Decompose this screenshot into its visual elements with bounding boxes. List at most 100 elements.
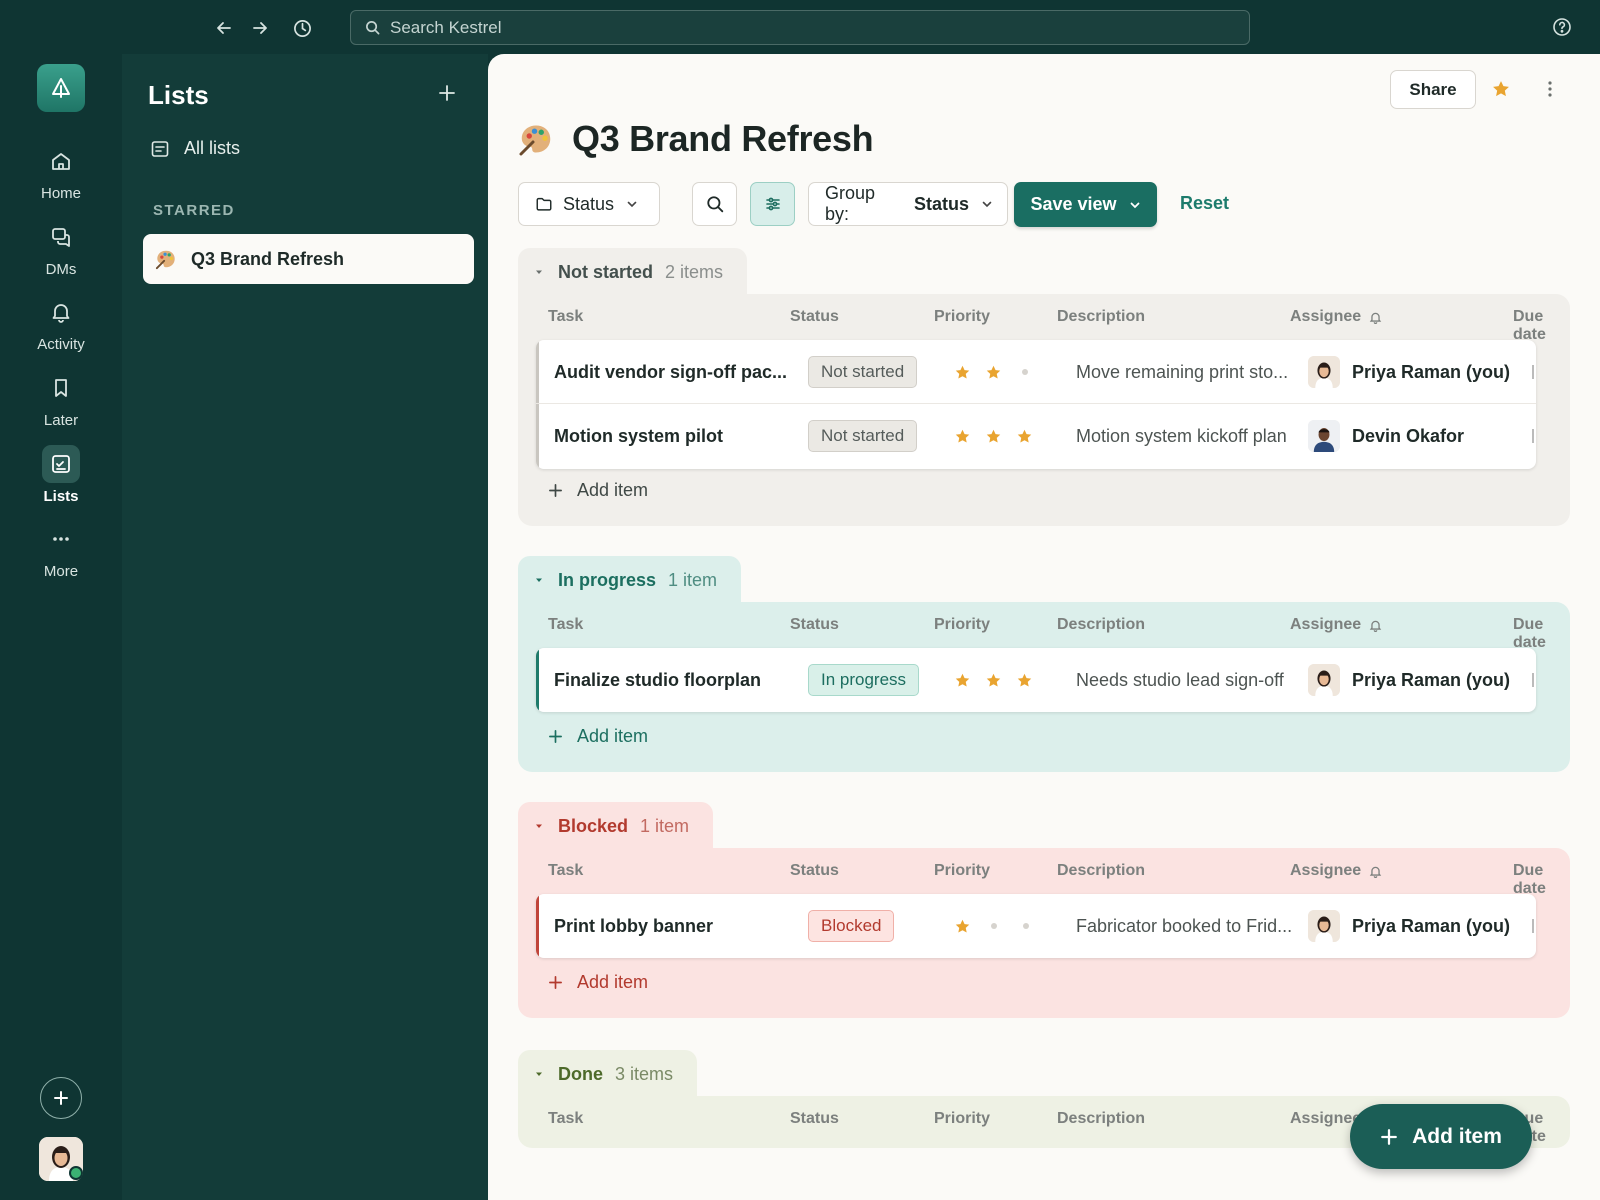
status-badge-label: Blocked bbox=[808, 910, 895, 942]
task-description[interactable]: Needs studio lead sign-off bbox=[1076, 648, 1284, 712]
status-filter-label: Status bbox=[563, 193, 615, 214]
rail-item-lists[interactable]: Lists bbox=[0, 445, 122, 505]
due-date-cell[interactable] bbox=[1532, 673, 1536, 687]
table-row[interactable]: Motion system pilot Not started Motion s… bbox=[536, 404, 1536, 468]
priority-rating[interactable] bbox=[954, 894, 1035, 958]
group-table: Task Status Priority Description Assigne… bbox=[518, 294, 1570, 526]
status-badge[interactable]: Not started bbox=[808, 404, 918, 468]
rail-label: Lists bbox=[43, 488, 79, 505]
rail-item-activity[interactable]: Activity bbox=[0, 293, 122, 353]
table-row[interactable]: Finalize studio floorplan In progress Ne… bbox=[536, 648, 1536, 712]
priority-rating[interactable] bbox=[954, 404, 1033, 468]
reset-button[interactable]: Reset bbox=[1180, 193, 1229, 214]
column-header-assignee-label: Assignee bbox=[1290, 616, 1362, 633]
task-description[interactable]: Fabricator booked to Frid... bbox=[1076, 894, 1292, 958]
rail-item-dms[interactable]: DMs bbox=[0, 218, 122, 278]
add-item-button[interactable]: Add item bbox=[548, 480, 648, 501]
column-header-assignee: Assignee bbox=[1290, 308, 1382, 326]
star-icon[interactable] bbox=[1491, 79, 1511, 99]
more-options-icon[interactable] bbox=[1540, 79, 1560, 99]
search-list-button[interactable] bbox=[692, 182, 737, 226]
create-new-button[interactable] bbox=[40, 1077, 82, 1119]
rail-item-more[interactable]: More bbox=[0, 520, 122, 580]
status-badge[interactable]: In progress bbox=[808, 648, 920, 712]
group-by-select[interactable]: Group by: Status bbox=[808, 182, 1008, 226]
column-header-status: Status bbox=[790, 308, 839, 325]
column-header-task: Task bbox=[548, 1110, 584, 1127]
column-header-due-date: Due date bbox=[1513, 616, 1546, 651]
status-badge[interactable]: Blocked bbox=[808, 894, 895, 958]
online-status-dot bbox=[69, 1166, 83, 1180]
task-description[interactable]: Move remaining print sto... bbox=[1076, 340, 1288, 404]
chevron-down-icon bbox=[981, 198, 993, 210]
sidebar-item-all-lists[interactable]: All lists bbox=[150, 138, 240, 159]
task-name[interactable]: Audit vendor sign-off pac... bbox=[554, 340, 787, 404]
search-input[interactable]: Search Kestrel bbox=[350, 10, 1250, 45]
add-list-icon[interactable] bbox=[438, 84, 456, 102]
due-date-cell[interactable] bbox=[1532, 365, 1536, 379]
add-item-fab[interactable]: Add item bbox=[1350, 1104, 1532, 1169]
task-name[interactable]: Finalize studio floorplan bbox=[554, 648, 761, 712]
assignee-name: Priya Raman (you) bbox=[1352, 669, 1511, 690]
sidebar-item-q3-brand-refresh[interactable]: Q3 Brand Refresh bbox=[143, 234, 474, 284]
task-name[interactable]: Print lobby banner bbox=[554, 894, 713, 958]
status-badge-label: Not started bbox=[808, 420, 918, 452]
group-header-done[interactable]: Done 3 items bbox=[518, 1050, 698, 1098]
priority-rating[interactable] bbox=[954, 648, 1033, 712]
assignee[interactable]: Priya Raman (you) bbox=[1308, 894, 1510, 958]
checklist-icon bbox=[42, 445, 80, 483]
star-icon bbox=[1017, 673, 1032, 687]
star-icon bbox=[986, 429, 1001, 443]
sliders-icon bbox=[764, 195, 782, 213]
assignee[interactable]: Priya Raman (you) bbox=[1308, 340, 1510, 404]
column-header-assignee: Assignee bbox=[1290, 616, 1382, 634]
group-name: Blocked bbox=[558, 815, 629, 836]
kestrel-logo[interactable] bbox=[37, 64, 85, 112]
history-clock-icon[interactable] bbox=[290, 16, 314, 40]
column-header-assignee: Assignee bbox=[1290, 862, 1382, 880]
help-icon[interactable] bbox=[1552, 17, 1572, 37]
due-date-cell[interactable] bbox=[1532, 429, 1536, 443]
filter-settings-button[interactable] bbox=[750, 182, 795, 226]
assignee[interactable]: Priya Raman (you) bbox=[1308, 648, 1510, 712]
group-name: Done bbox=[558, 1063, 603, 1084]
group-header-in-progress[interactable]: In progress 1 item bbox=[518, 556, 742, 604]
table-row[interactable]: Print lobby banner Blocked Fabricator bo… bbox=[536, 894, 1536, 958]
save-view-label: Save view bbox=[1030, 194, 1117, 214]
bell-icon bbox=[42, 293, 80, 331]
group-count: 2 items bbox=[665, 261, 724, 282]
caret-down-icon bbox=[534, 575, 544, 585]
group-blocked: Blocked 1 item Task Status Priority Desc… bbox=[518, 802, 1570, 1022]
column-header-priority: Priority bbox=[934, 1110, 991, 1127]
star-icon bbox=[955, 919, 970, 933]
status-badge[interactable]: Not started bbox=[808, 340, 918, 404]
column-header-priority: Priority bbox=[934, 862, 991, 879]
column-header-status: Status bbox=[790, 1110, 839, 1127]
add-item-button[interactable]: Add item bbox=[548, 972, 648, 993]
assignee[interactable]: Devin Okafor bbox=[1308, 404, 1464, 468]
task-name[interactable]: Motion system pilot bbox=[554, 404, 723, 468]
add-item-button[interactable]: Add item bbox=[548, 726, 648, 747]
row-accent bbox=[536, 340, 539, 403]
forward-arrow-icon[interactable] bbox=[248, 16, 272, 40]
column-header-assignee-label: Assignee bbox=[1290, 308, 1362, 325]
share-button[interactable]: Share bbox=[1390, 70, 1476, 109]
priority-rating[interactable] bbox=[954, 340, 1034, 404]
due-date-cell[interactable] bbox=[1532, 919, 1536, 933]
search-placeholder: Search Kestrel bbox=[390, 17, 502, 37]
status-badge-label: Not started bbox=[808, 356, 918, 388]
table-row[interactable]: Audit vendor sign-off pac... Not started… bbox=[536, 340, 1536, 404]
task-description[interactable]: Motion system kickoff plan bbox=[1076, 404, 1287, 468]
plus-icon bbox=[548, 975, 563, 990]
row-accent bbox=[536, 894, 539, 958]
column-header-due-date: Due date bbox=[1513, 308, 1546, 343]
rail-item-home[interactable]: Home bbox=[0, 142, 122, 202]
group-header-blocked[interactable]: Blocked 1 item bbox=[518, 802, 714, 850]
group-header-not-started[interactable]: Not started 2 items bbox=[518, 248, 748, 296]
rail-item-later[interactable]: Later bbox=[0, 369, 122, 429]
save-view-button[interactable]: Save view bbox=[1014, 182, 1157, 227]
column-header-description: Description bbox=[1057, 616, 1146, 633]
back-arrow-icon[interactable] bbox=[212, 16, 236, 40]
bell-icon bbox=[1369, 865, 1382, 878]
status-filter-button[interactable]: Status bbox=[518, 182, 660, 226]
